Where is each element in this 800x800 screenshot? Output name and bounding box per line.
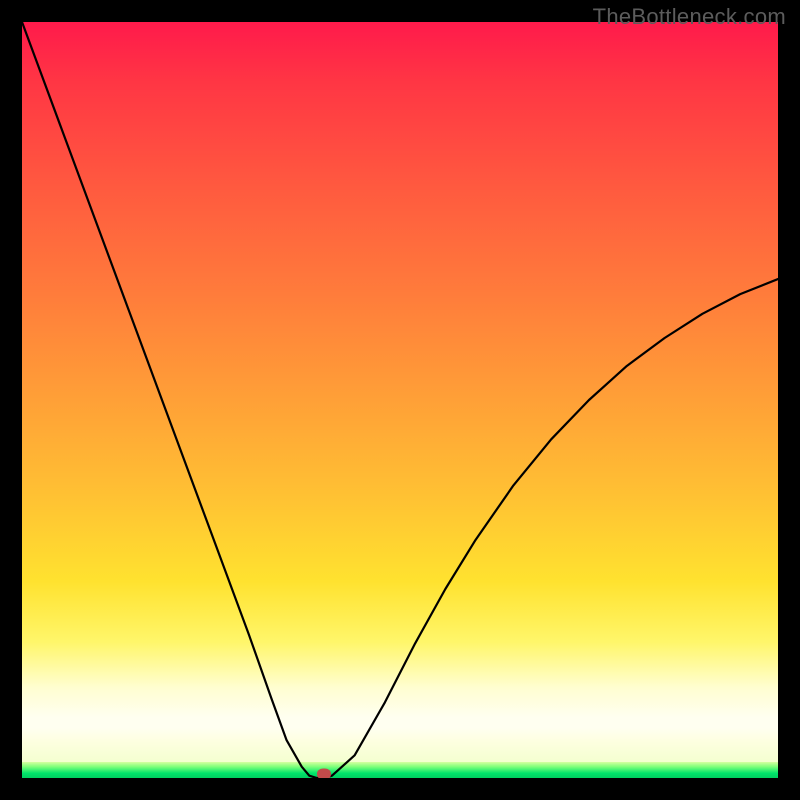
chart-frame: TheBottleneck.com (0, 0, 800, 800)
plot-area (22, 22, 778, 778)
optimal-point-marker (317, 769, 331, 778)
watermark-text: TheBottleneck.com (593, 4, 786, 30)
bottleneck-curve (22, 22, 778, 778)
